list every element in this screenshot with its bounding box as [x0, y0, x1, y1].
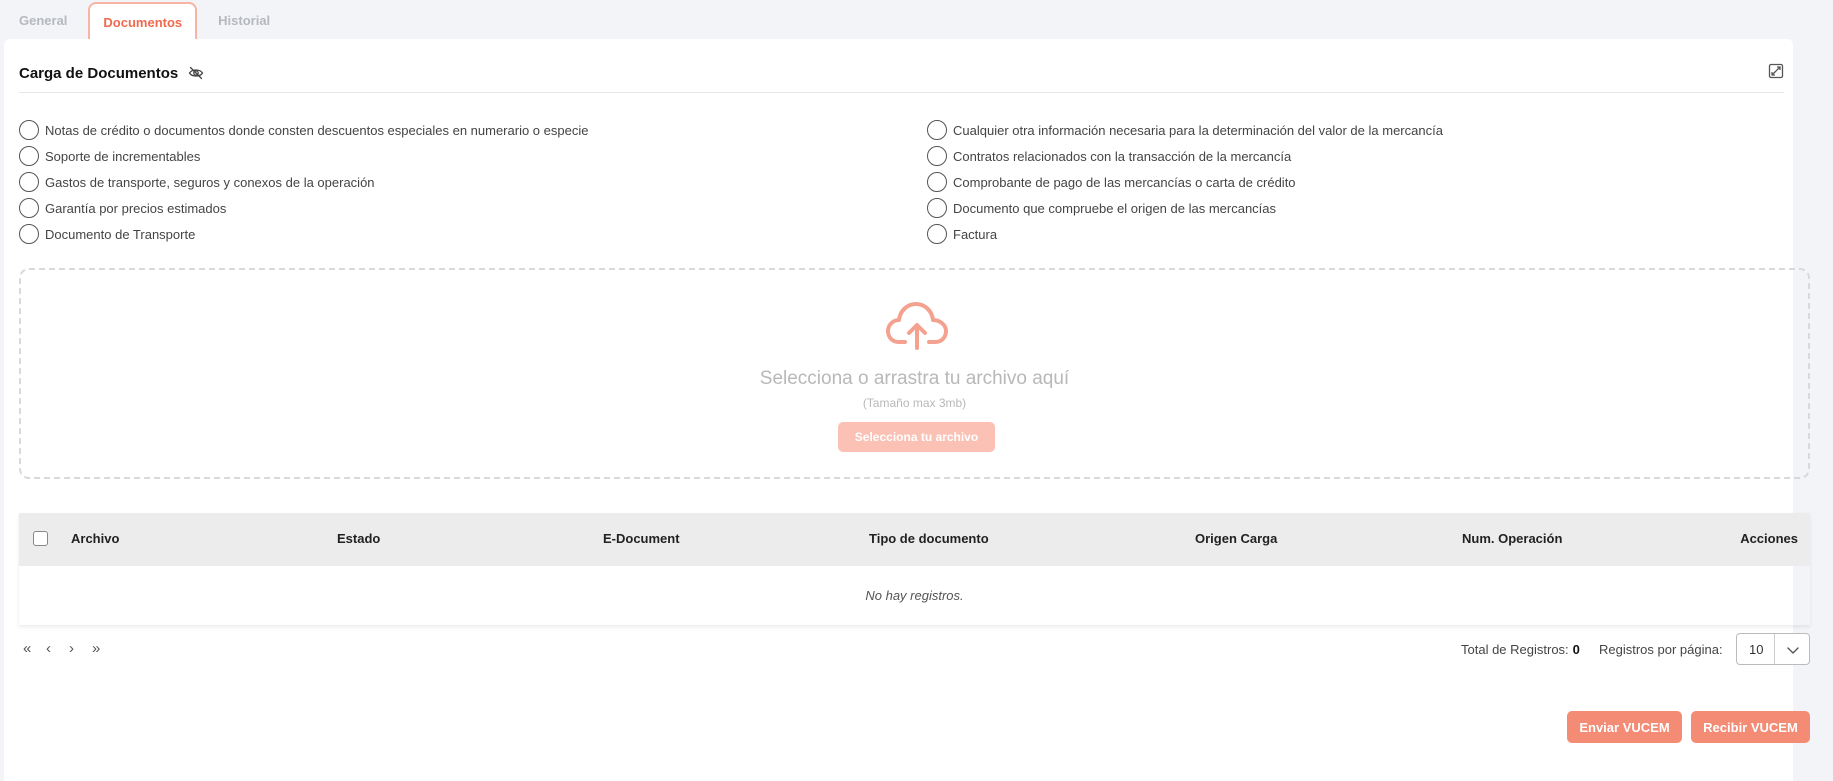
chevron-down-icon[interactable] — [1786, 643, 1800, 657]
table-header: Archivo Estado E-Document Tipo de docume… — [19, 513, 1810, 566]
radio-button[interactable] — [927, 224, 947, 244]
radio-button[interactable] — [927, 146, 947, 166]
dropzone-size-hint: (Tamaño max 3mb) — [862, 396, 967, 410]
card-header: Carga de Documentos — [19, 61, 1784, 93]
dropzone-text: Selecciona o arrastra tu archivo aquí — [759, 368, 1070, 389]
select-file-button[interactable]: Selecciona tu archivo — [838, 422, 995, 452]
total-records-value: 0 — [1572, 642, 1580, 657]
enviar-vucem-button[interactable]: Enviar VUCEM — [1567, 711, 1682, 743]
radio-button[interactable] — [927, 198, 947, 218]
select-divider — [1774, 634, 1775, 664]
radio-button[interactable] — [19, 172, 39, 192]
doc-option-origen[interactable]: Documento que compruebe el origen de las… — [927, 195, 1443, 221]
doc-option-comprobante-pago[interactable]: Comprobante de pago de las mercancías o … — [927, 169, 1443, 195]
radio-button[interactable] — [927, 172, 947, 192]
doc-option-label: Gastos de transporte, seguros y conexos … — [45, 174, 375, 190]
section-title: Carga de Documentos — [19, 65, 179, 82]
tab-historial[interactable]: Historial — [199, 2, 289, 40]
eye-off-icon[interactable] — [188, 65, 204, 81]
doc-option-label: Notas de crédito o documentos donde cons… — [45, 122, 589, 138]
last-page-button[interactable]: » — [92, 640, 115, 657]
doc-option-contratos[interactable]: Contratos relacionados con la transacció… — [927, 143, 1443, 169]
doc-option-label: Soporte de incrementables — [45, 148, 201, 164]
cloud-upload-icon — [886, 302, 948, 350]
doc-option-label: Documento de Transporte — [45, 226, 196, 242]
documents-list-right: Cualquier otra información necesaria par… — [927, 117, 1443, 247]
column-header-tipo-documento[interactable]: Tipo de documento — [869, 531, 989, 546]
table-empty-message: No hay registros. — [865, 588, 964, 603]
doc-option-incrementables[interactable]: Soporte de incrementables — [19, 143, 588, 169]
column-header-origen-carga[interactable]: Origen Carga — [1195, 531, 1277, 546]
tab-documentos[interactable]: Documentos — [88, 2, 198, 40]
doc-option-label: Factura — [953, 226, 998, 242]
pagination-controls: « ‹ › » — [23, 640, 115, 657]
doc-option-gastos-transporte[interactable]: Gastos de transporte, seguros y conexos … — [19, 169, 588, 195]
total-records: Total de Registros: 0 — [1461, 642, 1580, 657]
column-header-estado[interactable]: Estado — [337, 531, 380, 546]
prev-page-button[interactable]: ‹ — [46, 640, 69, 657]
documents-list-left: Notas de crédito o documentos donde cons… — [19, 117, 588, 247]
radio-button[interactable] — [927, 120, 947, 140]
tab-general[interactable]: General — [0, 2, 86, 40]
doc-option-garantia[interactable]: Garantía por precios estimados — [19, 195, 588, 221]
doc-option-label: Documento que compruebe el origen de las… — [953, 200, 1277, 216]
radio-button[interactable] — [19, 146, 39, 166]
per-page-value: 10 — [1749, 642, 1764, 657]
first-page-button[interactable]: « — [23, 640, 46, 657]
column-header-num-operacion[interactable]: Num. Operación — [1462, 531, 1562, 546]
file-dropzone[interactable]: Selecciona o arrastra tu archivo aquí (T… — [19, 268, 1810, 479]
doc-option-otra-informacion[interactable]: Cualquier otra información necesaria par… — [927, 117, 1443, 143]
doc-option-label: Cualquier otra información necesaria par… — [953, 122, 1443, 138]
column-header-e-document[interactable]: E-Document — [603, 531, 680, 546]
documents-table: Archivo Estado E-Document Tipo de docume… — [19, 513, 1810, 625]
expand-icon[interactable] — [1768, 63, 1784, 79]
radio-button[interactable] — [19, 198, 39, 218]
doc-option-label: Contratos relacionados con la transacció… — [953, 148, 1292, 164]
doc-option-documento-transporte[interactable]: Documento de Transporte — [19, 221, 588, 247]
recibir-vucem-button[interactable]: Recibir VUCEM — [1691, 711, 1810, 743]
select-all-checkbox[interactable] — [33, 531, 48, 546]
doc-option-label: Garantía por precios estimados — [45, 200, 227, 216]
column-header-acciones: Acciones — [1740, 531, 1798, 546]
per-page-label: Registros por página: — [1599, 642, 1723, 657]
radio-button[interactable] — [19, 224, 39, 244]
doc-option-notas-credito[interactable]: Notas de crédito o documentos donde cons… — [19, 117, 588, 143]
per-page-select[interactable]: 10 — [1736, 633, 1810, 665]
radio-button[interactable] — [19, 120, 39, 140]
total-records-label: Total de Registros: — [1461, 642, 1569, 657]
tab-bar: General Documentos Historial — [0, 0, 289, 40]
column-header-archivo[interactable]: Archivo — [71, 531, 119, 546]
next-page-button[interactable]: › — [69, 640, 92, 657]
doc-option-label: Comprobante de pago de las mercancías o … — [953, 174, 1296, 190]
doc-option-factura[interactable]: Factura — [927, 221, 1443, 247]
